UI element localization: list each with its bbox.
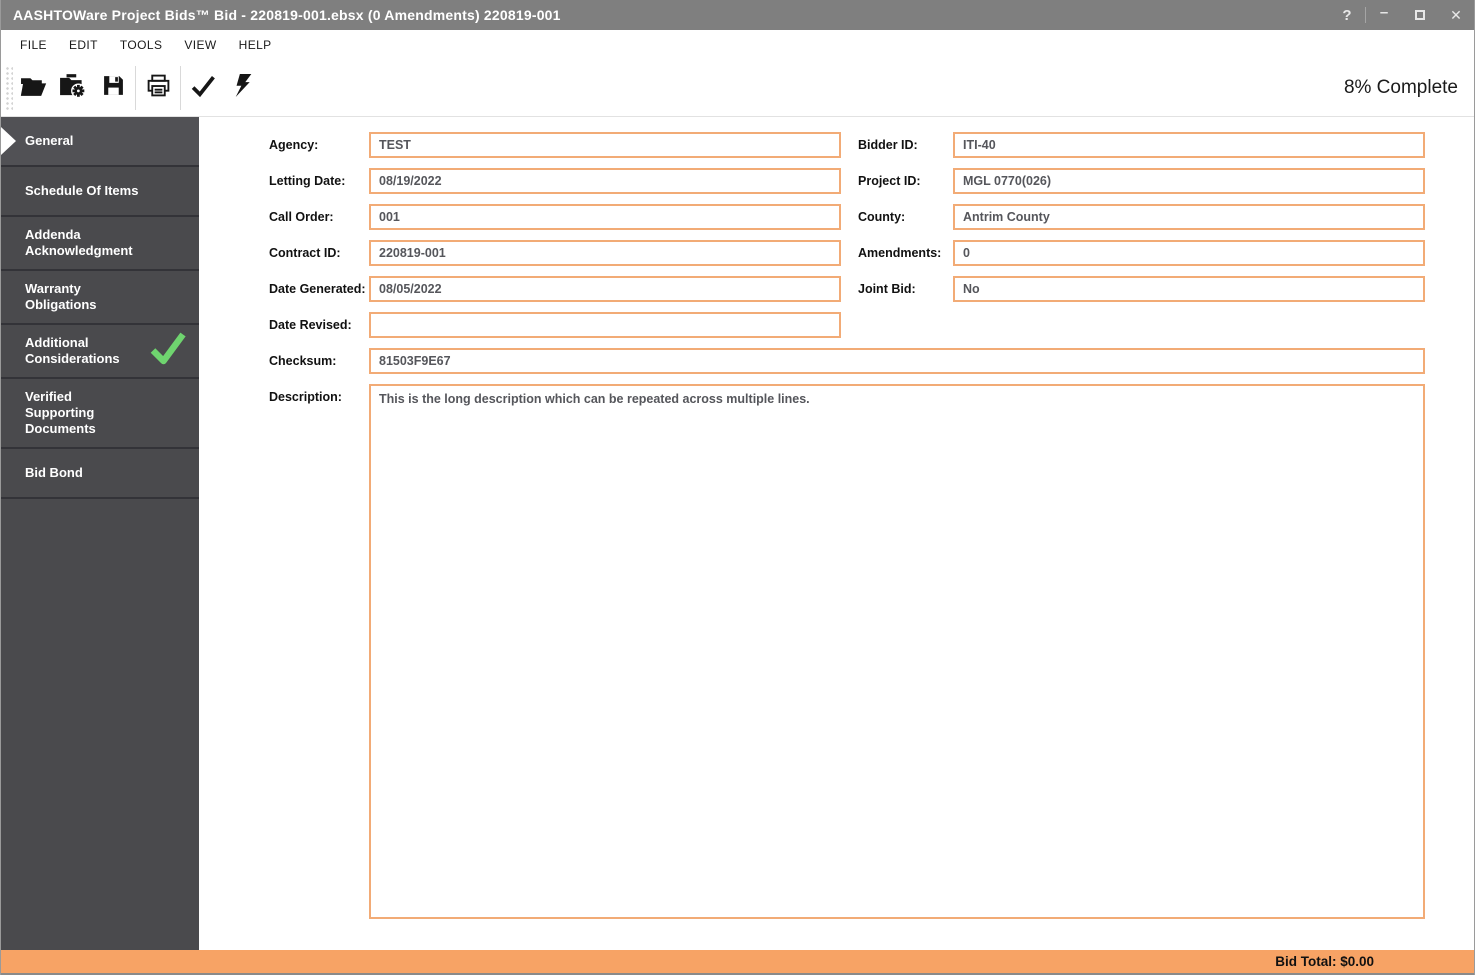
sidebar-item-additional-considerations[interactable]: Additional Considerations: [1, 325, 199, 379]
date-generated-label: Date Generated:: [269, 276, 369, 302]
toolbar-separator: [135, 66, 136, 110]
help-icon: ?: [1342, 7, 1351, 24]
open-bid-button[interactable]: [13, 66, 53, 110]
toolbar-grip[interactable]: [5, 66, 13, 110]
agency-field[interactable]: [369, 132, 841, 158]
checksum-label: Checksum:: [269, 348, 369, 374]
county-field[interactable]: [953, 204, 1425, 230]
checkmark-icon: [189, 73, 217, 103]
sidebar-filler: [1, 499, 199, 950]
status-bar: Bid Total: $0.00: [1, 950, 1474, 973]
menu-edit[interactable]: EDIT: [58, 38, 109, 52]
toolbar-separator: [180, 66, 181, 110]
bidder-id-label: Bidder ID:: [841, 132, 953, 158]
date-revised-label: Date Revised:: [269, 312, 369, 338]
menu-view[interactable]: VIEW: [173, 38, 227, 52]
sidebar-item-addenda-acknowledgment[interactable]: Addenda Acknowledgment: [1, 217, 199, 271]
sidebar-item-verified-supporting-documents[interactable]: Verified Supporting Documents: [1, 379, 199, 449]
amendments-field[interactable]: [953, 240, 1425, 266]
save-icon: [102, 74, 125, 102]
minimize-icon: –: [1380, 4, 1388, 21]
date-revised-field[interactable]: [369, 312, 841, 338]
open-amendment-button[interactable]: [53, 66, 93, 110]
lightning-bolt-icon: [232, 73, 254, 103]
window-title: AASHTOWare Project Bids™ Bid - 220819-00…: [1, 7, 561, 23]
green-checkmark-icon: [149, 331, 187, 372]
sidebar-item-general[interactable]: General: [1, 117, 199, 167]
sidebar-item-warranty-obligations[interactable]: Warranty Obligations: [1, 271, 199, 325]
bid-total-label: Bid Total: $0.00: [1275, 954, 1374, 969]
minimize-button[interactable]: –: [1366, 0, 1402, 30]
title-bar: AASHTOWare Project Bids™ Bid - 220819-00…: [1, 0, 1474, 30]
menu-bar: FILE EDIT TOOLS VIEW HELP: [1, 30, 1474, 60]
amendments-label: Amendments:: [841, 240, 953, 266]
print-button[interactable]: [138, 66, 178, 110]
maximize-button[interactable]: [1402, 0, 1438, 30]
bidder-id-field[interactable]: [953, 132, 1425, 158]
county-label: County:: [841, 204, 953, 230]
auto-complete-button[interactable]: [223, 66, 263, 110]
folder-gear-icon: [59, 74, 87, 103]
help-button[interactable]: ?: [1329, 0, 1365, 30]
save-button[interactable]: [93, 66, 133, 110]
general-panel: Agency: Bidder ID: Letting Date: Project…: [199, 117, 1474, 950]
close-icon: ✕: [1450, 7, 1462, 24]
app-window: AASHTOWare Project Bids™ Bid - 220819-00…: [0, 0, 1475, 975]
description-field[interactable]: This is the long description which can b…: [369, 384, 1425, 919]
toolbar: 8% Complete: [1, 60, 1474, 117]
contract-id-field[interactable]: [369, 240, 841, 266]
progress-complete-label: 8% Complete: [1344, 77, 1474, 99]
menu-help[interactable]: HELP: [228, 38, 283, 52]
contract-id-label: Contract ID:: [269, 240, 369, 266]
sidebar-item-schedule-of-items[interactable]: Schedule Of Items: [1, 167, 199, 217]
close-button[interactable]: ✕: [1438, 0, 1474, 30]
joint-bid-label: Joint Bid:: [841, 276, 953, 302]
sidebar-item-bid-bond[interactable]: Bid Bond: [1, 449, 199, 499]
print-icon: [146, 74, 171, 102]
menu-tools[interactable]: TOOLS: [109, 38, 173, 52]
check-bid-button[interactable]: [183, 66, 223, 110]
joint-bid-field[interactable]: [953, 276, 1425, 302]
folder-open-icon: [20, 74, 47, 102]
maximize-icon: [1415, 10, 1425, 20]
letting-date-label: Letting Date:: [269, 168, 369, 194]
sidebar-nav: General Schedule Of Items Addenda Acknow…: [1, 117, 199, 950]
description-label: Description:: [269, 384, 369, 410]
letting-date-field[interactable]: [369, 168, 841, 194]
call-order-label: Call Order:: [269, 204, 369, 230]
project-id-label: Project ID:: [841, 168, 953, 194]
checksum-field[interactable]: [369, 348, 1425, 374]
agency-label: Agency:: [269, 132, 369, 158]
call-order-field[interactable]: [369, 204, 841, 230]
menu-file[interactable]: FILE: [9, 38, 58, 52]
project-id-field[interactable]: [953, 168, 1425, 194]
date-generated-field[interactable]: [369, 276, 841, 302]
